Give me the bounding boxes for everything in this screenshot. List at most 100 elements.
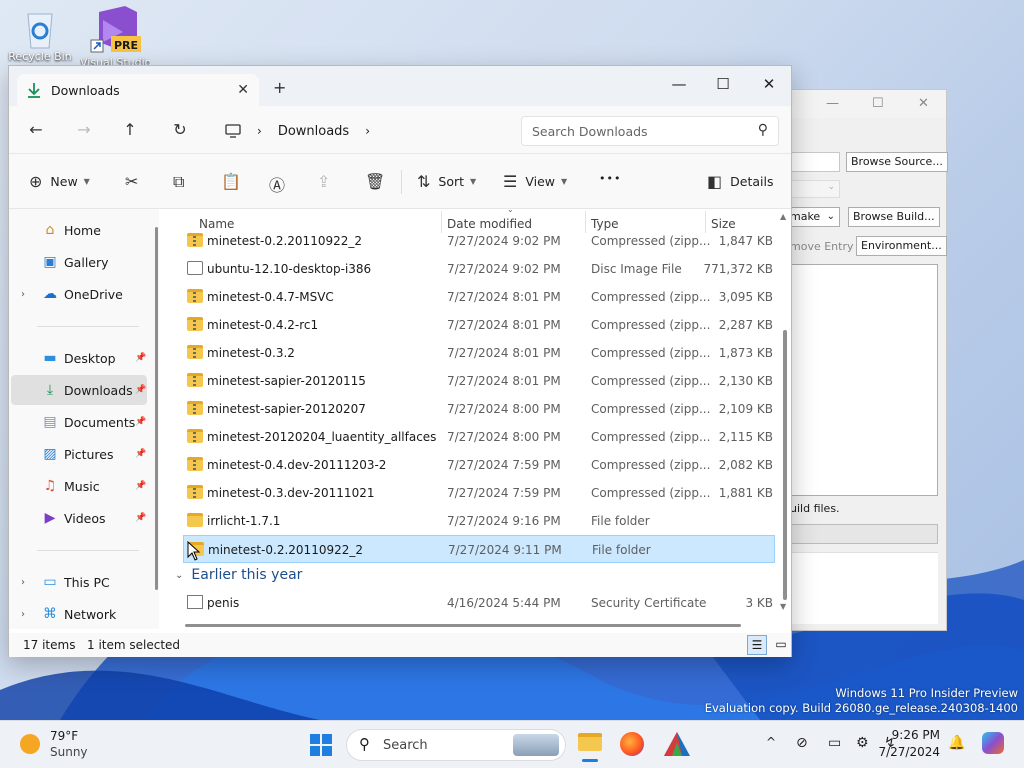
file-row[interactable]: minetest-sapier-20120207 7/27/2024 8:00 P… <box>183 395 775 423</box>
nav-item-music[interactable]: ♫ Music 📌 <box>11 471 147 501</box>
desktop-icon-recycle-bin[interactable]: Recycle Bin <box>5 6 75 63</box>
taskbar-search[interactable]: ⚲ Search <box>346 729 566 761</box>
paste-button[interactable]: 📋 <box>221 172 249 191</box>
nav-item-network[interactable]: › ⌘ Network <box>11 599 147 629</box>
rename-button[interactable]: Ⓐ <box>269 172 293 196</box>
breadcrumb-separator-icon[interactable]: › <box>257 124 262 138</box>
back-icon[interactable]: ← <box>25 120 47 142</box>
cache-entries-table[interactable] <box>790 264 938 496</box>
nav-item-desktop[interactable]: ▬ Desktop 📌 <box>11 343 147 373</box>
sun-icon <box>20 734 40 754</box>
file-date: 4/16/2024 5:44 PM <box>447 596 561 610</box>
new-tab-icon[interactable]: + <box>273 78 286 97</box>
file-date: 7/27/2024 8:00 PM <box>447 402 561 416</box>
file-row[interactable]: minetest-0.3.dev-20111021 7/27/2024 7:59 … <box>183 479 775 507</box>
file-row[interactable]: minetest-0.4.2-rc1 7/27/2024 8:01 PM Compr… <box>183 311 775 339</box>
scroll-down-icon[interactable]: ▼ <box>780 602 786 611</box>
desktop-icon-visual-studio[interactable]: PRE Visual Studio <box>80 6 150 69</box>
environment-button[interactable]: Environment... <box>856 236 947 256</box>
nav-item-downloads[interactable]: ⤓ Downloads 📌 <box>11 375 147 405</box>
file-row[interactable]: ubuntu-12.10-desktop-i386 7/27/2024 9:02 … <box>183 255 775 283</box>
file-list-scrollbar[interactable] <box>783 330 787 600</box>
search-input[interactable]: Search Downloads ⚲ <box>521 116 779 146</box>
chevron-up-icon[interactable]: ^ <box>766 735 776 749</box>
refresh-icon[interactable]: ↻ <box>169 120 191 142</box>
details-button[interactable]: ◧ Details <box>707 172 773 191</box>
remove-entry-button[interactable]: move Entry <box>790 240 854 253</box>
copy-button[interactable]: ⧉ <box>173 172 192 192</box>
group-header-earlier-this-year[interactable]: ⌄ Earlier this year <box>175 567 302 583</box>
up-icon[interactable]: ↑ <box>119 120 141 142</box>
file-row[interactable]: minetest-0.4.7-MSVC 7/27/2024 8:01 PM Comp… <box>183 283 775 311</box>
file-list[interactable]: ⌄ Name Date modified Type Size minetest-… <box>165 205 791 629</box>
file-row[interactable]: minetest-0.3.2 7/27/2024 8:01 PM Compresse… <box>183 339 775 367</box>
background-window[interactable]: — ☐ ✕ Browse Source... ⌄ make ⌄ Browse B… <box>790 89 948 631</box>
maximize-icon[interactable]: ☐ <box>872 96 884 111</box>
close-icon[interactable]: ✕ <box>918 96 929 111</box>
generator-dropdown[interactable]: make ⌄ <box>790 207 840 227</box>
preset-dropdown[interactable]: ⌄ <box>790 180 840 198</box>
clock-time[interactable]: 9:26 PM <box>884 728 940 742</box>
chevron-right-icon[interactable]: › <box>21 609 25 620</box>
scroll-up-icon[interactable]: ▲ <box>780 212 786 221</box>
minimize-icon[interactable]: — <box>657 70 701 100</box>
firefox-icon[interactable] <box>620 732 644 756</box>
view-button[interactable]: ☰ View ▼ <box>503 172 567 191</box>
close-tab-icon[interactable]: ✕ <box>237 82 249 98</box>
delete-button[interactable]: 🗑 <box>365 172 393 191</box>
clock-date[interactable]: 7/27/2024 <box>874 745 940 759</box>
sort-button[interactable]: ⇅ Sort ▼ <box>417 172 476 191</box>
breadcrumb-separator-icon[interactable]: › <box>365 124 370 138</box>
maximize-icon[interactable]: ☐ <box>701 70 745 100</box>
cmake-icon[interactable] <box>664 732 690 756</box>
share-button[interactable]: ⇪ <box>317 172 338 191</box>
minimize-icon[interactable]: — <box>826 96 839 111</box>
address-bar[interactable]: › Downloads › <box>215 116 505 146</box>
zip-folder-icon <box>187 401 203 415</box>
file-row[interactable]: minetest-0.2.20110922_2 7/27/2024 9:11 PM… <box>183 535 775 563</box>
browse-source-button[interactable]: Browse Source... <box>846 152 948 172</box>
gallery-icon: ▣ <box>43 254 57 270</box>
nav-item-this-pc[interactable]: › ▭ This PC <box>11 567 147 597</box>
settings-icon[interactable]: ⚙ <box>856 735 869 751</box>
file-row[interactable]: minetest-sapier-20120115 7/27/2024 8:01 P… <box>183 367 775 395</box>
chevron-right-icon[interactable]: › <box>21 289 25 300</box>
nav-item-onedrive[interactable]: › ☁ OneDrive <box>11 279 147 309</box>
windows-start-icon[interactable] <box>310 734 332 756</box>
more-options-button[interactable]: ••• <box>599 172 621 185</box>
tiles-view-icon[interactable]: ▭ <box>771 635 791 655</box>
nav-item-documents[interactable]: ▤ Documents 📌 <box>11 407 147 437</box>
navigation-pane[interactable]: ⌂ Home ▣ Gallery › ☁ OneDrive ▬ Desktop … <box>9 209 159 629</box>
navigation-scrollbar[interactable] <box>155 227 158 590</box>
display-icon[interactable]: ▭ <box>828 735 841 751</box>
network-off-icon[interactable]: ⊘ <box>796 735 808 751</box>
taskbar-file-explorer[interactable] <box>574 727 606 763</box>
horizontal-scrollbar[interactable] <box>185 624 741 627</box>
file-row[interactable]: penis 4/16/2024 5:44 PM Security Certifica… <box>183 589 775 617</box>
file-row[interactable]: minetest-0.2.20110922_2 7/27/2024 9:02 PM… <box>183 227 775 255</box>
weather-widget[interactable]: 79°F Sunny <box>20 729 100 761</box>
file-explorer-window[interactable]: Downloads ✕ + — ☐ ✕ ← → ↑ ↻ › Downloads … <box>8 65 792 657</box>
background-window-titlebar[interactable]: — ☐ ✕ <box>790 90 946 118</box>
close-icon[interactable]: ✕ <box>747 70 791 100</box>
nav-item-videos[interactable]: ▶ Videos 📌 <box>11 503 147 533</box>
details-view-icon[interactable]: ☰ <box>747 635 767 655</box>
output-log[interactable] <box>790 552 938 624</box>
nav-item-home[interactable]: ⌂ Home <box>11 215 147 245</box>
chevron-right-icon[interactable]: › <box>21 577 25 588</box>
new-button[interactable]: ⊕ New ▼ <box>29 172 90 191</box>
nav-item-pictures[interactable]: ▨ Pictures 📌 <box>11 439 147 469</box>
notifications-bell-icon[interactable]: 🔔 <box>948 735 965 751</box>
file-row[interactable]: minetest-20120204_luaentity_allfaces 7/27… <box>183 423 775 451</box>
source-path-field[interactable] <box>790 152 840 172</box>
forward-icon[interactable]: → <box>73 120 95 142</box>
breadcrumb-downloads[interactable]: Downloads <box>278 124 349 139</box>
tab-downloads[interactable]: Downloads ✕ <box>17 74 259 106</box>
music-icon: ♫ <box>43 478 57 494</box>
cut-button[interactable]: ✂ <box>125 172 146 191</box>
copilot-icon[interactable] <box>982 732 1004 754</box>
file-row[interactable]: minetest-0.4.dev-20111203-2 7/27/2024 7:5… <box>183 451 775 479</box>
file-row[interactable]: irrlicht-1.7.1 7/27/2024 9:16 PM File fold… <box>183 507 775 535</box>
nav-item-gallery[interactable]: ▣ Gallery <box>11 247 147 277</box>
browse-build-button[interactable]: Browse Build... <box>848 207 940 227</box>
